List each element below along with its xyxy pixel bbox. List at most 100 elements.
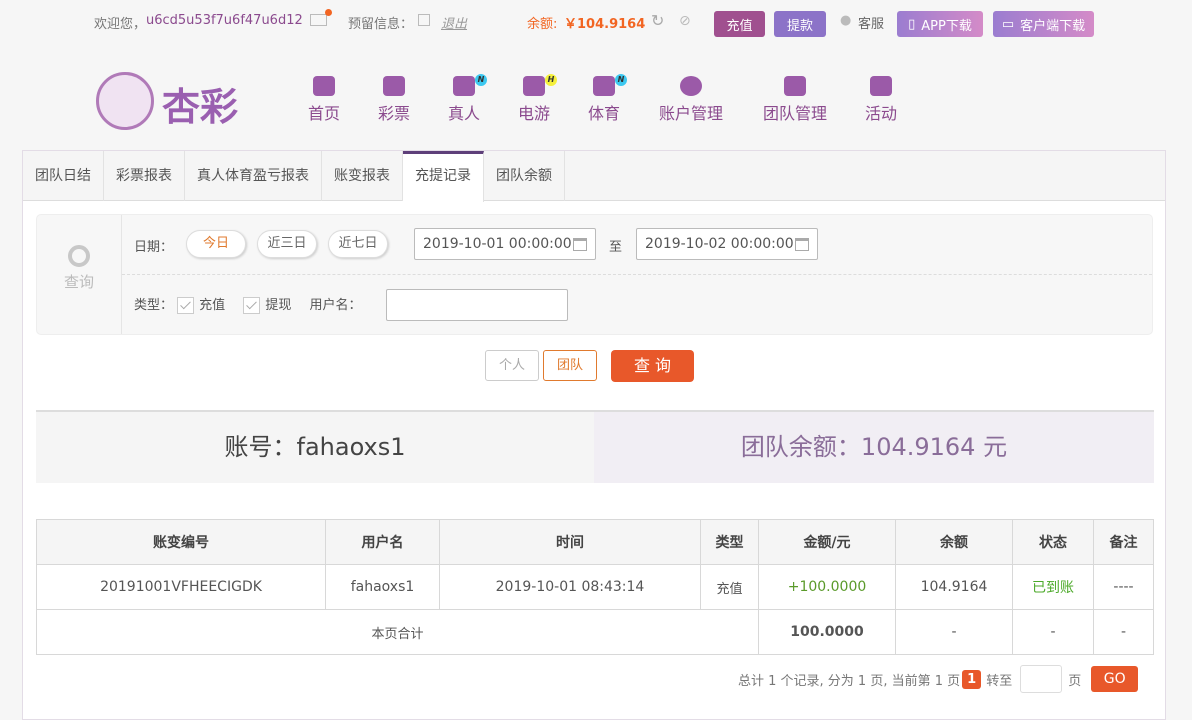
- nav-promo[interactable]: 活动: [863, 76, 899, 124]
- hide-balance-icon[interactable]: ⊘: [679, 13, 691, 29]
- column-header: 用户名: [325, 519, 440, 565]
- nav-label: 活动: [864, 104, 897, 123]
- username: u6cd5u53f7u6f47u6d12: [146, 13, 303, 28]
- logo-text[interactable]: 杏彩: [162, 76, 238, 131]
- pagination-summary: 总计 1 个记录, 分为 1 页, 当前第 1 页: [738, 673, 961, 689]
- nav-lottery[interactable]: 彩票: [376, 76, 412, 124]
- logout-link[interactable]: 退出: [441, 13, 467, 32]
- date-label: 日期：: [134, 240, 174, 255]
- team-balance: 团队余额：104.9164 元: [594, 412, 1154, 483]
- edit-icon[interactable]: [418, 14, 430, 26]
- pagination: 总计 1 个记录, 分为 1 页, 当前第 1 页 1 转至 页 GO: [738, 665, 1139, 693]
- gamepad-icon: H: [523, 74, 557, 96]
- records-table: 账变编号 用户名 时间 类型 金额/元 余额 状态 备注 20191001VFH…: [36, 519, 1154, 655]
- start-date-value: 2019-10-01 00:00:00: [423, 236, 572, 252]
- query-label: 查询: [63, 273, 94, 291]
- goto-page-input[interactable]: [1020, 665, 1063, 693]
- service-link[interactable]: 客服: [858, 13, 884, 32]
- record-time: 2019-10-01 08:43:14: [439, 564, 701, 610]
- service-icon: ●: [840, 13, 852, 28]
- nav-label: 团队管理: [762, 104, 827, 123]
- today-button[interactable]: 今日: [186, 230, 246, 258]
- app-download-label: APP下载: [921, 18, 972, 34]
- summary-bar: 账号：fahaoxs1 团队余额：104.9164 元: [36, 410, 1154, 483]
- record-id: 20191001VFHEECIGDK: [36, 564, 326, 610]
- balance-value: ￥104.9164: [564, 17, 646, 32]
- search-icon: [68, 245, 90, 267]
- client-download-button[interactable]: ▭ 客户端下载: [993, 11, 1094, 37]
- yuan-icon: [680, 76, 702, 96]
- nav-egames[interactable]: H 电游: [516, 74, 557, 124]
- search-button[interactable]: 查 询: [611, 350, 694, 382]
- tab-lottery-report[interactable]: 彩票报表: [104, 151, 185, 201]
- nav-label: 体育: [587, 104, 620, 123]
- nav-home[interactable]: 首页: [306, 76, 342, 124]
- ticket-icon: [383, 76, 405, 96]
- column-header: 时间: [439, 519, 701, 565]
- total-status: -: [1012, 609, 1094, 655]
- tab-account-change[interactable]: 账变报表: [322, 151, 403, 201]
- team-button[interactable]: 团队: [543, 350, 597, 381]
- record-type: 充值: [700, 564, 759, 610]
- lady-icon: N: [453, 74, 487, 96]
- account-name: 账号：fahaoxs1: [36, 412, 594, 483]
- new-badge: N: [615, 74, 627, 86]
- report-panel: 团队日结 彩票报表 真人体育盈亏报表 账变报表 充提记录 团队余额 查询 日期：…: [22, 150, 1166, 720]
- to-label: 至: [609, 240, 623, 255]
- nav-live[interactable]: N 真人: [446, 74, 487, 124]
- refresh-icon[interactable]: ↻: [651, 11, 664, 30]
- record-balance: 104.9164: [895, 564, 1013, 610]
- record-status: 已到账: [1012, 564, 1094, 610]
- app-download-button[interactable]: ▯ APP下载: [897, 11, 983, 37]
- tab-live-sports-report[interactable]: 真人体育盈亏报表: [185, 151, 322, 201]
- end-date-value: 2019-10-02 00:00:00: [645, 236, 794, 252]
- username-label: 用户名：: [309, 298, 362, 313]
- deposit-checkbox[interactable]: [177, 297, 195, 314]
- last-7-days-button[interactable]: 近七日: [328, 230, 388, 258]
- nav-sports[interactable]: N 体育: [586, 74, 627, 124]
- reserved-info-label: 预留信息：: [348, 17, 414, 32]
- tab-deposit-withdraw[interactable]: 充提记录: [403, 151, 484, 202]
- home-icon: [313, 76, 335, 96]
- report-tabs: 团队日结 彩票报表 真人体育盈亏报表 账变报表 充提记录 团队余额: [23, 151, 1165, 202]
- query-box: 查询 日期： 今日 近三日 近七日 2019-10-01 00:00:00 至 …: [36, 214, 1153, 335]
- withdraw-button[interactable]: 提款: [774, 11, 826, 37]
- team-icon: [784, 76, 806, 96]
- page-label: 页: [1068, 673, 1082, 689]
- start-date-input[interactable]: 2019-10-01 00:00:00: [414, 228, 596, 260]
- mail-icon[interactable]: [310, 9, 332, 26]
- type-label: 类型：: [134, 298, 174, 313]
- total-balance: -: [895, 609, 1013, 655]
- goto-label: 转至: [986, 673, 1013, 689]
- logo-emblem[interactable]: [96, 72, 154, 130]
- nav-label: 账户管理: [658, 104, 723, 123]
- record-amount: +100.0000: [758, 564, 896, 610]
- column-header: 备注: [1093, 519, 1154, 565]
- monitor-icon: ▭: [1001, 16, 1015, 32]
- calendar-icon[interactable]: [795, 238, 809, 251]
- last-3-days-button[interactable]: 近三日: [257, 230, 317, 258]
- tab-team-balance[interactable]: 团队余额: [484, 151, 565, 201]
- phone-icon: ▯: [908, 16, 916, 32]
- nav-label: 真人: [447, 104, 480, 123]
- end-date-input[interactable]: 2019-10-02 00:00:00: [636, 228, 818, 260]
- column-header: 状态: [1012, 519, 1094, 565]
- hot-badge: H: [545, 74, 557, 86]
- total-note: -: [1093, 609, 1154, 655]
- deposit-button[interactable]: 充值: [714, 11, 765, 37]
- nav-team[interactable]: 团队管理: [760, 76, 830, 124]
- nav-account[interactable]: 账户管理: [656, 76, 726, 124]
- record-username: fahaoxs1: [325, 564, 440, 610]
- calendar-icon[interactable]: [573, 238, 587, 251]
- personal-button[interactable]: 个人: [485, 350, 539, 381]
- column-header: 账变编号: [36, 519, 326, 565]
- withdraw-checkbox[interactable]: [243, 297, 261, 314]
- tab-team-daily[interactable]: 团队日结: [23, 151, 104, 201]
- new-badge: N: [475, 74, 487, 86]
- username-input[interactable]: [386, 289, 568, 321]
- go-button[interactable]: GO: [1091, 666, 1139, 692]
- record-note: ----: [1093, 564, 1154, 610]
- nav-label: 电游: [517, 104, 550, 123]
- page-1-button[interactable]: 1: [962, 669, 982, 689]
- table-header: 账变编号 用户名 时间 类型 金额/元 余额 状态 备注: [36, 519, 1154, 565]
